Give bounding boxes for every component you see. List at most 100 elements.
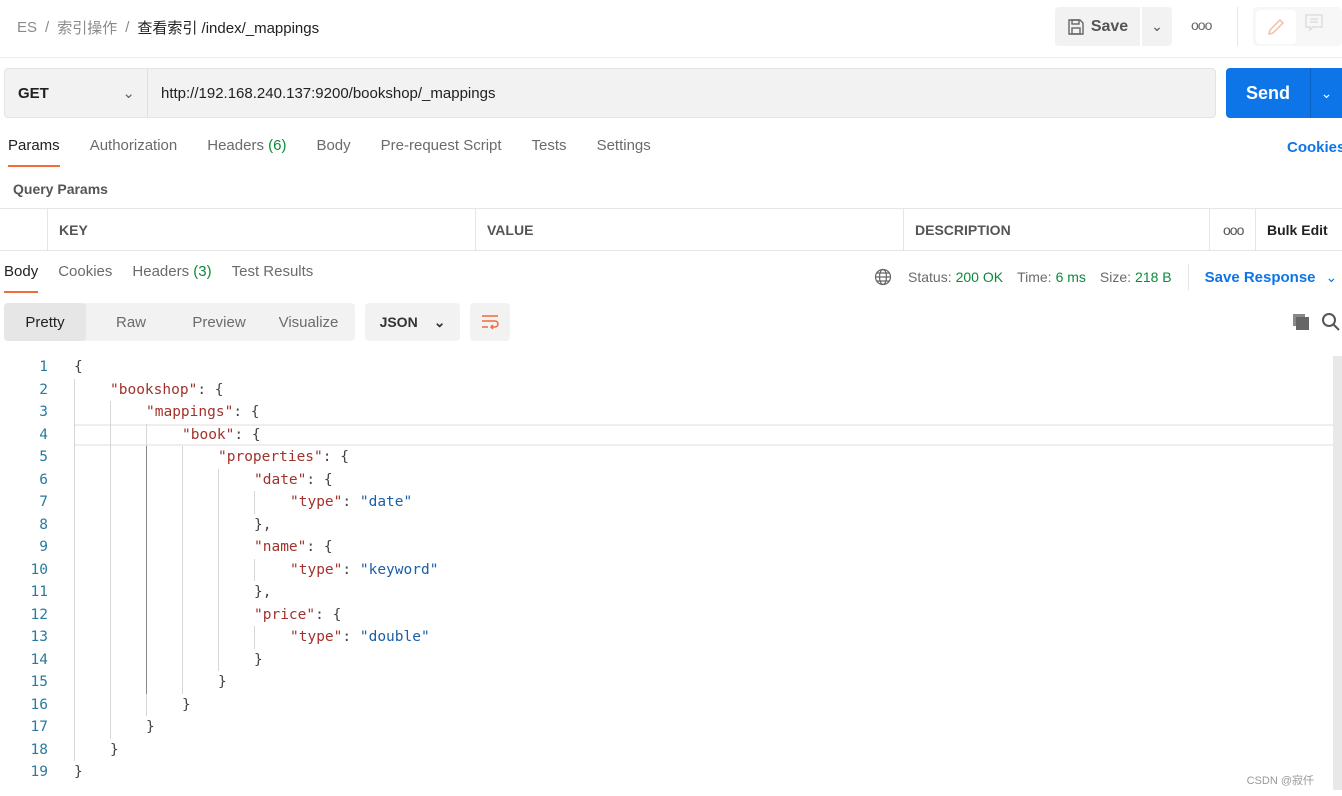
indent-guide	[146, 513, 147, 536]
indent-guide	[182, 446, 183, 469]
chevron-down-icon: ⌄	[1320, 84, 1333, 101]
indent-guide	[254, 491, 255, 514]
request-name[interactable]: 查看索引 /index/_mappings	[137, 17, 319, 38]
breadcrumb-separator: /	[45, 18, 50, 36]
indent-guide	[218, 603, 219, 626]
pencil-icon	[1268, 19, 1284, 35]
indent-guide	[110, 558, 111, 581]
indent-guide	[74, 671, 75, 694]
globe-icon[interactable]	[874, 268, 892, 286]
view-mode-raw[interactable]: Raw	[86, 303, 176, 341]
comment-icon	[1305, 14, 1323, 32]
indent-guide	[146, 491, 147, 514]
indent-guide	[182, 671, 183, 694]
tab-params[interactable]: Params	[8, 137, 60, 167]
bulk-edit-button[interactable]: Bulk Edit	[1256, 209, 1342, 250]
send-button[interactable]: Send ⌄	[1226, 68, 1342, 118]
indent-guide	[74, 693, 75, 716]
wrap-lines-button[interactable]	[470, 303, 510, 341]
view-mode-visualize[interactable]: Visualize	[262, 303, 355, 341]
tab-settings[interactable]: Settings	[597, 137, 651, 167]
request-tabs: Params Authorization Headers (6) Body Pre-re…	[8, 137, 681, 167]
format-select[interactable]: JSON ⌄	[365, 303, 460, 341]
indent-guide	[146, 446, 147, 469]
tab-tests[interactable]: Tests	[532, 137, 567, 167]
line-number: 15	[30, 674, 48, 690]
indent-guide	[110, 648, 111, 671]
code-line: }	[110, 741, 119, 758]
response-tab-headers[interactable]: Headers (3)	[132, 263, 211, 293]
method-select[interactable]: GET ⌄	[5, 69, 148, 117]
code-line: }	[254, 651, 263, 668]
code-line: }	[74, 764, 83, 780]
response-tab-body[interactable]: Body	[4, 263, 39, 293]
indent-guide	[74, 648, 75, 671]
line-number: 4	[39, 426, 48, 443]
more-options-icon[interactable]: ooo	[1210, 209, 1256, 250]
indent-guide	[218, 626, 219, 649]
url-input[interactable]: http://192.168.240.137:9200/bookshop/_ma…	[148, 85, 495, 102]
cookies-link[interactable]: Cookies	[1287, 139, 1342, 156]
tab-pre-request-script[interactable]: Pre-request Script	[381, 137, 502, 167]
more-options-icon[interactable]: ooo	[1191, 17, 1212, 33]
send-dropdown[interactable]: ⌄	[1310, 68, 1342, 118]
watermark: CSDN @寂仟	[1246, 775, 1314, 787]
wrap-icon	[482, 315, 499, 330]
vertical-scrollbar[interactable]	[1333, 356, 1342, 790]
breadcrumb-item[interactable]: 索引操作	[57, 17, 117, 38]
response-tab-test-results[interactable]: Test Results	[232, 263, 314, 293]
copy-icon[interactable]	[1291, 312, 1311, 335]
indent-guide	[110, 468, 111, 491]
status-code[interactable]: 200 OK	[956, 269, 1003, 285]
comments-button[interactable]	[1303, 12, 1325, 37]
indent-guide	[182, 603, 183, 626]
response-body-editor[interactable]: 1 {2 "bookshop": {3 "mappings": {4 "book": {…	[0, 356, 1333, 790]
indent-guide	[218, 468, 219, 491]
response-size[interactable]: 218 B	[1135, 269, 1172, 285]
line-number: 1	[39, 359, 48, 375]
indent-guide	[146, 468, 147, 491]
tab-label: Cookies	[58, 263, 113, 280]
line-number: 5	[39, 449, 48, 465]
code-line: "properties": {	[218, 449, 349, 465]
save-button[interactable]: Save	[1055, 7, 1140, 46]
breadcrumb-item[interactable]: ES	[17, 19, 37, 36]
chevron-down-icon[interactable]: ⌄	[1326, 269, 1338, 286]
tab-authorization[interactable]: Authorization	[90, 137, 178, 167]
indent-guide	[110, 671, 111, 694]
tab-label: Test Results	[231, 263, 314, 280]
tab-body[interactable]: Body	[316, 137, 350, 167]
indent-guide	[74, 446, 75, 469]
indent-guide	[254, 558, 255, 581]
column-value: VALUE	[476, 209, 904, 250]
view-mode-toggle: Pretty Raw Preview Visualize	[4, 303, 355, 341]
indent-guide	[146, 648, 147, 671]
chevron-down-icon: ⌄	[433, 313, 446, 330]
tab-label: Body	[316, 137, 351, 154]
response-tab-cookies[interactable]: Cookies	[58, 263, 112, 293]
save-response-button[interactable]: Save Response	[1205, 269, 1316, 286]
header-divider	[0, 57, 1342, 58]
indent-guide	[74, 738, 75, 761]
tab-label: Params	[8, 137, 60, 154]
view-mode-pretty[interactable]: Pretty	[4, 303, 86, 341]
code-line: "bookshop": {	[110, 381, 224, 398]
view-mode-preview[interactable]: Preview	[176, 303, 262, 341]
indent-guide	[74, 378, 75, 401]
line-number: 9	[39, 539, 48, 555]
checkbox-column	[0, 209, 48, 250]
line-number: 13	[30, 629, 48, 645]
indent-guide	[110, 536, 111, 559]
tab-headers[interactable]: Headers (6)	[207, 137, 286, 167]
line-number: 3	[39, 404, 48, 420]
code-line: },	[254, 516, 272, 533]
breadcrumb: ES / 索引操作 / 查看索引 /index/_mappings	[17, 17, 319, 37]
indent-guide	[182, 558, 183, 581]
response-time[interactable]: 6 ms	[1056, 269, 1086, 285]
edit-docs-button[interactable]	[1256, 10, 1296, 44]
indent-guide	[110, 603, 111, 626]
response-status: Status: 200 OK Time: 6 ms Size: 218 B Save …	[874, 264, 1337, 290]
search-icon[interactable]	[1321, 312, 1341, 335]
column-key: KEY	[48, 209, 476, 250]
save-dropdown-button[interactable]: ⌄	[1142, 7, 1172, 46]
